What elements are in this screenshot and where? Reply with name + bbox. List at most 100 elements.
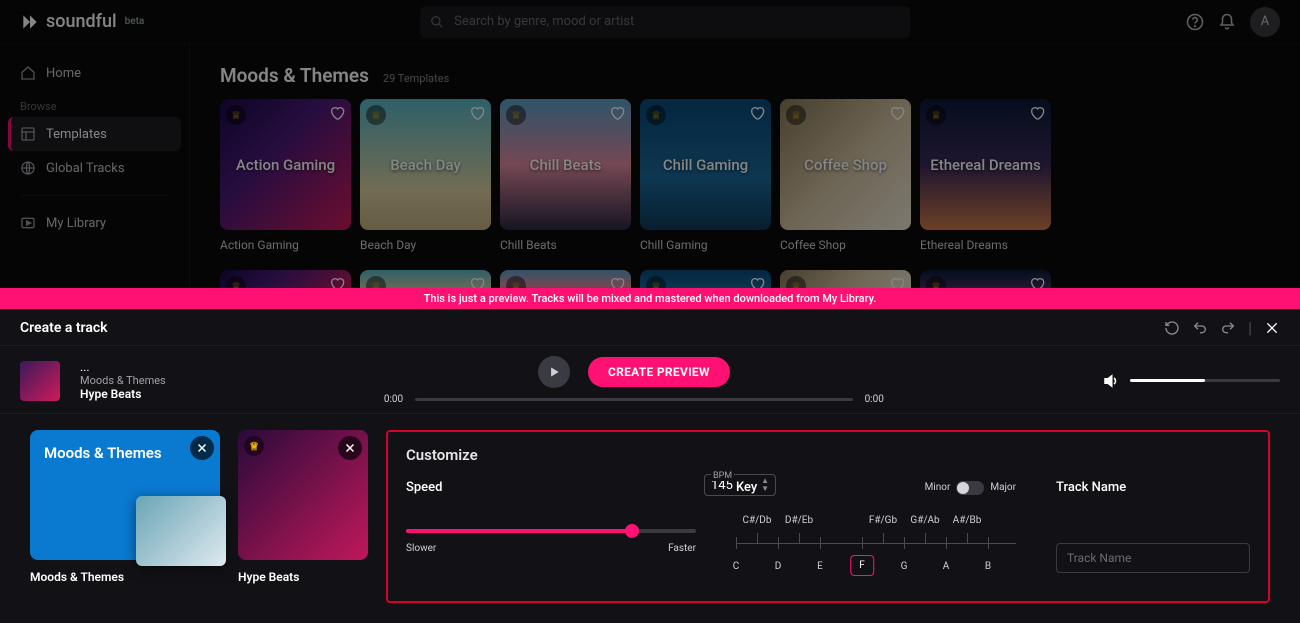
- stack-inset-thumb: [136, 496, 226, 566]
- crown-icon: ♕: [506, 276, 526, 288]
- key-note-sharp[interactable]: F#/Gb: [869, 515, 897, 526]
- heart-icon[interactable]: [329, 276, 345, 288]
- template-card[interactable]: ♕: [640, 270, 771, 288]
- crown-icon: ♕: [244, 436, 264, 456]
- template-card[interactable]: ♕Coffee ShopCoffee Shop: [780, 99, 911, 252]
- help-icon[interactable]: [1186, 13, 1204, 31]
- key-note[interactable]: E: [817, 561, 823, 572]
- card-label: Beach Day: [360, 238, 491, 252]
- key-note[interactable]: C: [733, 561, 740, 572]
- stack-remove-button[interactable]: [190, 436, 214, 460]
- key-note[interactable]: A: [943, 561, 950, 572]
- template-card[interactable]: ♕: [920, 270, 1051, 288]
- key-note[interactable]: G: [901, 561, 908, 572]
- search-input[interactable]: [420, 6, 910, 38]
- speed-label: Speed: [406, 480, 696, 495]
- close-icon[interactable]: [1264, 320, 1280, 336]
- speed-slider[interactable]: [406, 529, 696, 533]
- bell-icon[interactable]: [1218, 13, 1236, 31]
- time-start: 0:00: [384, 394, 403, 405]
- sidebar-item-global-tracks[interactable]: Global Tracks: [8, 151, 181, 185]
- avatar[interactable]: A: [1250, 7, 1280, 37]
- stack-label-0: Moods & Themes: [30, 570, 220, 584]
- key-note-sharp[interactable]: G#/Ab: [910, 515, 939, 526]
- heart-icon[interactable]: [609, 105, 625, 121]
- time-end: 0:00: [865, 394, 884, 405]
- sidebar-item-home[interactable]: Home: [8, 56, 181, 90]
- heart-icon[interactable]: [1029, 105, 1045, 121]
- mode-toggle[interactable]: [956, 481, 984, 495]
- template-card[interactable]: ♕Chill GamingChill Gaming: [640, 99, 771, 252]
- speed-faster-label: Faster: [668, 543, 696, 554]
- card-title: Action Gaming: [230, 156, 341, 174]
- key-note[interactable]: F: [850, 555, 874, 576]
- sidebar-templates-label: Templates: [46, 127, 107, 142]
- template-card[interactable]: ♕Ethereal DreamsEthereal Dreams: [920, 99, 1051, 252]
- heart-icon[interactable]: [749, 105, 765, 121]
- heart-icon[interactable]: [1029, 276, 1045, 288]
- template-card[interactable]: ♕: [500, 270, 631, 288]
- sidebar-item-my-library[interactable]: My Library: [8, 206, 181, 240]
- heart-icon[interactable]: [469, 276, 485, 288]
- stack-remove-button[interactable]: [338, 436, 362, 460]
- globe-icon: [20, 160, 36, 176]
- template-card[interactable]: ♕ Action Gaming Action Gaming: [220, 99, 351, 252]
- home-icon: [20, 65, 36, 81]
- heart-icon[interactable]: [609, 276, 625, 288]
- stack-title-0: Moods & Themes: [44, 444, 162, 462]
- template-cards-row-2: ♕ ♕ ♕ ♕ ♕ ♕: [220, 270, 1270, 288]
- template-count: 29 Templates: [383, 72, 449, 85]
- template-card[interactable]: ♕: [360, 270, 491, 288]
- crown-icon: ♕: [786, 276, 806, 288]
- volume-slider[interactable]: [1130, 379, 1280, 382]
- stack-label-1: Hype Beats: [238, 570, 368, 584]
- heart-icon[interactable]: [749, 276, 765, 288]
- bpm-stepper-arrows[interactable]: ▲▼: [761, 477, 769, 493]
- template-card[interactable]: ♕Beach DayBeach Day: [360, 99, 491, 252]
- history-icon[interactable]: [1164, 320, 1180, 336]
- crown-icon: ♕: [646, 105, 666, 125]
- redo-icon[interactable]: [1220, 320, 1236, 336]
- card-title: Ethereal Dreams: [924, 156, 1047, 174]
- templates-icon: [20, 126, 36, 142]
- key-note-sharp[interactable]: C#/Db: [743, 515, 772, 526]
- sidebar: Home Browse Templates Global Tracks My L…: [0, 44, 190, 288]
- undo-icon[interactable]: [1192, 320, 1208, 336]
- stack-card-moods[interactable]: Moods & Themes Moods & Themes: [30, 430, 220, 603]
- section-title: Moods & Themes: [220, 64, 369, 87]
- sidebar-globaltracks-label: Global Tracks: [46, 161, 125, 176]
- card-label: Chill Beats: [500, 238, 631, 252]
- key-note[interactable]: B: [985, 561, 991, 572]
- key-note-sharp[interactable]: D#/Eb: [785, 515, 813, 526]
- heart-icon[interactable]: [889, 276, 905, 288]
- minor-label: Minor: [925, 482, 951, 493]
- play-button[interactable]: [538, 356, 570, 388]
- heart-icon[interactable]: [329, 105, 345, 121]
- speed-slower-label: Slower: [406, 543, 436, 554]
- template-card[interactable]: ♕: [220, 270, 351, 288]
- library-icon: [20, 215, 36, 231]
- trackname-input[interactable]: [1056, 543, 1250, 573]
- key-note-sharp[interactable]: A#/Bb: [953, 515, 982, 526]
- bpm-input[interactable]: BPM 145 ▲▼: [704, 474, 776, 496]
- template-card[interactable]: ♕Chill BeatsChill Beats: [500, 99, 631, 252]
- logo[interactable]: soundful beta: [20, 11, 144, 32]
- crown-icon: ♕: [226, 105, 246, 125]
- search-icon: [430, 15, 444, 29]
- heart-icon[interactable]: [469, 105, 485, 121]
- volume-icon[interactable]: [1102, 372, 1120, 390]
- card-title: Chill Beats: [524, 156, 608, 174]
- heart-icon[interactable]: [889, 105, 905, 121]
- crown-icon: ♕: [646, 276, 666, 288]
- crown-icon: ♕: [366, 276, 386, 288]
- key-selector[interactable]: C D E F G A B C#/Db D#/Eb F#/Gb G#/Ab A#/Bb: [736, 513, 1016, 583]
- crown-icon: ♕: [926, 276, 946, 288]
- create-preview-button[interactable]: CREATE PREVIEW: [588, 357, 730, 387]
- card-label: Action Gaming: [220, 238, 351, 252]
- sidebar-item-templates[interactable]: Templates: [8, 117, 181, 151]
- key-note[interactable]: D: [775, 561, 782, 572]
- track-ellipsis: ...: [80, 360, 166, 374]
- stack-card-hypebeats[interactable]: ♕ Hype Beats: [238, 430, 368, 603]
- progress-bar[interactable]: [415, 398, 852, 401]
- template-card[interactable]: ♕: [780, 270, 911, 288]
